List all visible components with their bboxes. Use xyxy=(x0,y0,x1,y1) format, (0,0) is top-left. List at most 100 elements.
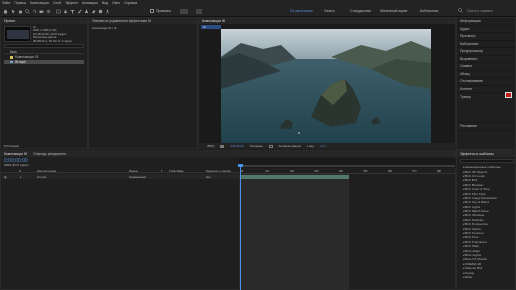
project-search-input[interactable] xyxy=(4,44,84,48)
workspace-tab-0[interactable]: По умолчанию xyxy=(290,9,313,13)
menu-item-5[interactable]: Анимация xyxy=(82,1,98,5)
right-panel-item-0[interactable]: Информация xyxy=(457,18,515,26)
layer-visibility-icon[interactable]: ◉ xyxy=(4,175,6,179)
camera-select[interactable]: Активная камера xyxy=(279,144,301,148)
project-item[interactable]: Ж.mp4 xyxy=(4,59,84,64)
right-panel-item-8[interactable]: Отслеживание xyxy=(457,78,515,86)
right-panel-item-7[interactable]: Абзац xyxy=(457,71,515,78)
right-panel-item-5[interactable]: Выровнять xyxy=(457,56,515,63)
timeline-column-2[interactable]: Режим xyxy=(129,169,138,173)
rotate-tool-icon[interactable] xyxy=(32,9,37,14)
roto-brush-tool-icon[interactable] xyxy=(98,9,103,14)
comp-sub-tab[interactable]: Ж xyxy=(201,25,221,29)
region-of-interest-icon[interactable] xyxy=(268,144,273,148)
right-panel-item-4[interactable]: Предпросмотр xyxy=(457,48,515,56)
ruler-tick-label: 06f xyxy=(388,168,392,173)
zoom-select[interactable]: (50%) xyxy=(207,144,214,148)
views-select[interactable]: 1 вид xyxy=(307,144,314,148)
viewer-timecode[interactable]: 0;00;00;00 xyxy=(230,144,243,148)
snap-extra-icon[interactable] xyxy=(196,8,202,14)
composition-panel: Композиция Ж Ж (50%) 0;00;00;00 Половина… xyxy=(198,17,457,149)
timeline-column-0[interactable]: # xyxy=(19,169,21,173)
effects-list-label: BCC Lights xyxy=(464,204,481,209)
pan-behind-tool-icon[interactable] xyxy=(46,9,51,14)
hand-tool-icon[interactable] xyxy=(18,9,23,14)
effects-search-input[interactable] xyxy=(460,159,514,163)
effects-list-label: BCC Time xyxy=(464,235,479,240)
right-panel-item-2[interactable]: Просмотр xyxy=(457,33,515,41)
pen-tool-icon[interactable] xyxy=(63,9,68,14)
puppet-tool-icon[interactable] xyxy=(105,9,110,14)
workspace-tab-2[interactable]: Стандартные xyxy=(350,9,371,13)
timeline-panel: Композиция Ж Очередь рендеринга 0;00;00;… xyxy=(0,150,457,290)
layer-parent-select[interactable]: Нет xyxy=(206,175,211,179)
layer-name[interactable]: Ж.mp4 xyxy=(37,175,46,179)
effects-list-label: BCC Film Style xyxy=(464,191,486,196)
type-tool-icon[interactable] xyxy=(70,9,75,14)
layer-number: 1 xyxy=(20,174,22,179)
menu-item-3[interactable]: Слой xyxy=(53,1,61,5)
search-icon[interactable] xyxy=(458,8,463,13)
effects-list-item[interactable]: ▸ Matte xyxy=(457,275,516,279)
tab-effects-presets[interactable]: Эффекты и шаблоны xyxy=(460,152,494,156)
tab-project[interactable]: Проект xyxy=(4,19,15,23)
timeline-column-3[interactable]: T xyxy=(161,169,163,173)
effects-list-label: BCC Browser xyxy=(464,182,484,187)
fill-color-swatch[interactable] xyxy=(505,92,512,98)
exposure-value[interactable]: +0,0 xyxy=(320,144,326,148)
effects-list-label: BCC Stylize xyxy=(464,226,482,231)
tab-effect-controls[interactable]: Элементы управления эффектами Ж xyxy=(92,19,151,23)
effects-list-label: Анимационные шаблоны xyxy=(464,165,501,170)
eraser-tool-icon[interactable] xyxy=(91,9,96,14)
column-name[interactable]: Имя xyxy=(4,50,17,54)
camera-snapshot-icon[interactable] xyxy=(220,144,225,148)
ruler-tick-label: 05f xyxy=(363,168,368,173)
brush-tool-icon[interactable] xyxy=(77,9,82,14)
selection-tool-icon[interactable] xyxy=(11,9,16,14)
zoom-tool-icon[interactable] xyxy=(25,9,30,14)
effects-list-label: BCC Particles xyxy=(464,217,484,222)
tab-timeline-comp[interactable]: Композиция Ж xyxy=(4,152,27,156)
layer-mode-select[interactable]: Нормальный xyxy=(129,175,146,179)
camera-tool-icon[interactable] xyxy=(39,9,44,14)
right-panel-item-6[interactable]: Символ xyxy=(457,63,515,71)
project-panel: Проект Ж 1920 x 1080 (1,00) Δ 0;00;10;00, … xyxy=(0,17,88,149)
clone-stamp-tool-icon[interactable] xyxy=(84,9,89,14)
snap-options-icon[interactable] xyxy=(180,8,188,14)
playhead-handle[interactable] xyxy=(238,164,243,167)
menu-item-2[interactable]: Композиция xyxy=(30,1,49,5)
resolution-select[interactable]: Половина xyxy=(250,144,263,148)
workspace-tab-1[interactable]: Узнать xyxy=(324,9,335,13)
right-panel-item-11[interactable]: Рисование xyxy=(457,123,515,131)
menu-item-0[interactable]: Файл xyxy=(2,1,10,5)
tab-composition[interactable]: Композиция Ж xyxy=(202,19,225,23)
ruler-tick-label: 07f xyxy=(412,168,417,173)
timeline-column-1[interactable]: Имя источника xyxy=(37,169,56,173)
timeline-column-5[interactable]: Родитель и ссылка xyxy=(206,169,231,173)
menu-item-1[interactable]: Правка xyxy=(14,1,25,5)
tab-render-queue[interactable]: Очередь рендеринга xyxy=(33,152,66,156)
rectangle-tool-icon[interactable] xyxy=(56,9,61,14)
ruler-tick-label: 04f xyxy=(339,168,343,173)
menu-item-7[interactable]: Окно xyxy=(112,1,120,5)
project-items-list: Композиция 01 Ж.mp4 xyxy=(4,55,84,64)
workspace-tab-4[interactable]: Библиотеки xyxy=(420,9,438,13)
right-panel-item-1[interactable]: Аудио xyxy=(457,26,515,33)
workspace-tab-3[interactable]: Маленький экран xyxy=(380,9,407,13)
composition-viewer[interactable] xyxy=(221,29,431,148)
bit-depth-label[interactable]: 8 бит/канал xyxy=(4,144,19,148)
home-icon[interactable] xyxy=(3,9,8,14)
snap-checkbox[interactable] xyxy=(150,9,154,13)
menu-item-8[interactable]: Справка xyxy=(124,1,137,5)
right-panel-item-3[interactable]: Библиотеки xyxy=(457,41,515,48)
time-navigator[interactable] xyxy=(239,158,457,168)
help-search-field[interactable]: Поиск в справке xyxy=(467,9,493,13)
timeline-column-4[interactable]: Track Matte xyxy=(169,169,184,173)
menu-item-4[interactable]: Эффект xyxy=(65,1,78,5)
effects-list-label: BCC 3D Objects xyxy=(464,169,488,174)
layer-bar[interactable] xyxy=(241,174,349,179)
menu-item-6[interactable]: Вид xyxy=(102,1,108,5)
playhead[interactable] xyxy=(240,164,241,290)
effects-list-label: CINEMA 4D xyxy=(464,261,482,266)
project-tabbar: Проект xyxy=(1,18,87,24)
